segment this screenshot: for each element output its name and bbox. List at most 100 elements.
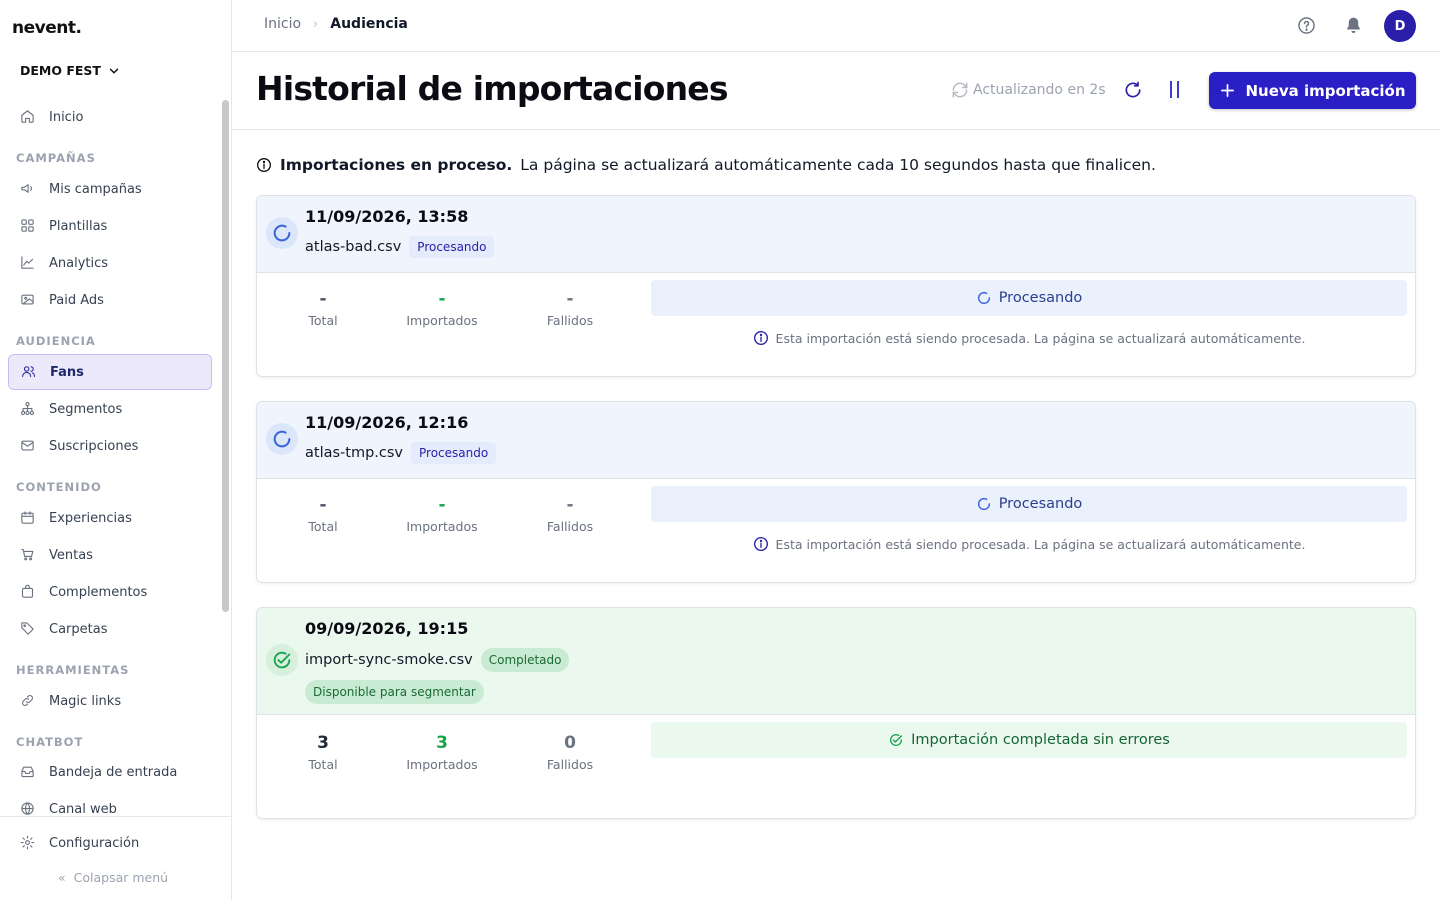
sidebar-scrollbar[interactable]: [222, 100, 229, 612]
stat-failed-value: -: [566, 495, 574, 515]
chevron-down-icon: [109, 68, 119, 73]
sidebar-item-carpetas[interactable]: Carpetas: [8, 611, 212, 647]
sidebar-item-complementos[interactable]: Complementos: [8, 574, 212, 610]
gear-icon: [20, 835, 36, 851]
sidebar-item-label: Configuración: [49, 835, 140, 851]
stat-failed-value: -: [566, 289, 574, 309]
sidebar-item-segmentos[interactable]: Segmentos: [8, 391, 212, 427]
breadcrumb-inicio[interactable]: Inicio: [264, 16, 301, 32]
sidebar-item-label: Ventas: [49, 547, 93, 563]
spinner-icon: [977, 498, 990, 511]
spinner-icon: [266, 423, 298, 455]
result-label: Importación completada sin errores: [911, 732, 1170, 748]
sidebar-item-plantillas[interactable]: Plantillas: [8, 208, 212, 244]
avatar[interactable]: D: [1384, 10, 1416, 42]
sidebar-item-ventas[interactable]: Ventas: [8, 537, 212, 573]
import-date: 11/09/2026, 13:58: [305, 207, 469, 226]
import-card-header: 11/09/2026, 12:16 atlas-tmp.csv Procesan…: [257, 402, 1415, 479]
new-import-label: Nueva importación: [1245, 81, 1406, 100]
sidebar-item-inicio[interactable]: Inicio: [8, 99, 212, 135]
spinner-icon: [977, 292, 990, 305]
status-badge: Procesando: [411, 442, 497, 464]
sidebar-item-suscripciones[interactable]: Suscripciones: [8, 428, 212, 464]
stat-imported-value: -: [438, 495, 446, 515]
topbar: Inicio › Audiencia D: [232, 0, 1440, 52]
sidebar-item-label: Analytics: [49, 255, 109, 271]
help-icon[interactable]: [1297, 16, 1316, 35]
status-badge: Completado: [480, 648, 570, 672]
breadcrumb-audiencia: Audiencia: [330, 16, 408, 32]
sidebar-item-label: Experiencias: [49, 510, 132, 526]
stat-failed: - Fallidos: [525, 495, 615, 534]
stat-imported-label: Importados: [406, 519, 478, 534]
stat-total: - Total: [278, 495, 368, 534]
chart-line-icon: [20, 255, 36, 271]
sidebar-item-label: Segmentos: [49, 401, 123, 417]
info-icon: [257, 158, 271, 172]
import-card: 11/09/2026, 12:16 atlas-tmp.csv Procesan…: [256, 401, 1416, 583]
section-campaigns: CAMPAÑAS: [16, 151, 96, 165]
sidebar-item-fans[interactable]: Fans: [8, 354, 212, 390]
cart-icon: [20, 547, 36, 563]
page-header: Historial de importaciones Actualizando …: [232, 52, 1440, 130]
result-box: Procesando: [651, 280, 1407, 316]
mail-icon: [20, 438, 36, 454]
stat-total-value: -: [319, 495, 327, 515]
sidebar-item-analytics[interactable]: Analytics: [8, 245, 212, 281]
calendar-icon: [20, 510, 36, 526]
sidebar-item-magic-links[interactable]: Magic links: [8, 683, 212, 719]
org-selector[interactable]: DEMO FEST: [20, 63, 121, 78]
stat-imported-label: Importados: [406, 757, 478, 772]
import-date: 09/09/2026, 19:15: [305, 619, 469, 638]
sidebar-item-label: Canal web: [49, 801, 117, 817]
image-icon: [20, 292, 36, 308]
processing-info-bold: Importaciones en proceso.: [280, 156, 513, 174]
sidebar-item-label: Complementos: [49, 584, 148, 600]
import-file-name: import-sync-smoke.csv: [305, 652, 473, 668]
stat-imported-label: Importados: [406, 313, 478, 328]
section-audience: AUDIENCIA: [16, 334, 96, 348]
import-file: atlas-tmp.csv Procesando: [305, 442, 497, 464]
sidebar-item-experiencias[interactable]: Experiencias: [8, 500, 212, 536]
stat-imported-value: -: [438, 289, 446, 309]
status-badge: Procesando: [409, 236, 495, 258]
refresh-button[interactable]: [1123, 80, 1143, 100]
sidebar-item-label: Inicio: [49, 109, 84, 125]
collapse-menu-button[interactable]: « Colapsar menú: [58, 870, 168, 885]
section-tools: HERRAMIENTAS: [16, 663, 130, 677]
sidebar-item-mis-campanas[interactable]: Mis campañas: [8, 171, 212, 207]
import-file: atlas-bad.csv Procesando: [305, 236, 495, 258]
segment-badge: Disponible para segmentar: [305, 680, 484, 704]
sidebar-nav: Inicio CAMPAÑAS Mis campañas Plantillas …: [0, 98, 220, 816]
pause-button[interactable]: [1164, 80, 1184, 100]
megaphone-icon: [20, 181, 36, 197]
sidebar-item-canal-web[interactable]: Canal web: [8, 791, 212, 816]
stat-total-value: 3: [317, 733, 329, 753]
result-label: Procesando: [998, 290, 1083, 306]
sidebar-item-label: Carpetas: [49, 621, 108, 637]
page-title: Historial de importaciones: [256, 69, 729, 108]
stat-total: - Total: [278, 289, 368, 328]
new-import-button[interactable]: Nueva importación: [1209, 72, 1416, 109]
info-icon: [753, 537, 768, 551]
sidebar-item-label: Suscripciones: [49, 438, 139, 454]
bell-icon[interactable]: [1344, 16, 1363, 35]
import-file-name: atlas-tmp.csv: [305, 445, 404, 461]
sidebar-item-label: Mis campañas: [49, 181, 142, 197]
refresh-status-label: Actualizando en 2s: [973, 82, 1106, 98]
import-card: 11/09/2026, 13:58 atlas-bad.csv Procesan…: [256, 195, 1416, 377]
spinner-icon: [266, 217, 298, 249]
info-icon: [753, 331, 768, 345]
sidebar-item-label: Magic links: [49, 693, 122, 709]
sidebar-item-paid-ads[interactable]: Paid Ads: [8, 282, 212, 318]
sidebar-item-label: Bandeja de entrada: [49, 764, 178, 780]
stat-imported: - Importados: [397, 495, 487, 534]
bag-icon: [20, 584, 36, 600]
sidebar-item-configuracion[interactable]: Configuración: [8, 825, 212, 861]
stat-failed-value: 0: [564, 733, 576, 753]
stat-total: 3 Total: [278, 733, 368, 772]
result-box: Importación completada sin errores: [651, 722, 1407, 758]
import-card-header: 09/09/2026, 19:15 import-sync-smoke.csv …: [257, 608, 1415, 715]
sidebar-item-bandeja[interactable]: Bandeja de entrada: [8, 754, 212, 790]
stat-total-label: Total: [308, 757, 338, 772]
